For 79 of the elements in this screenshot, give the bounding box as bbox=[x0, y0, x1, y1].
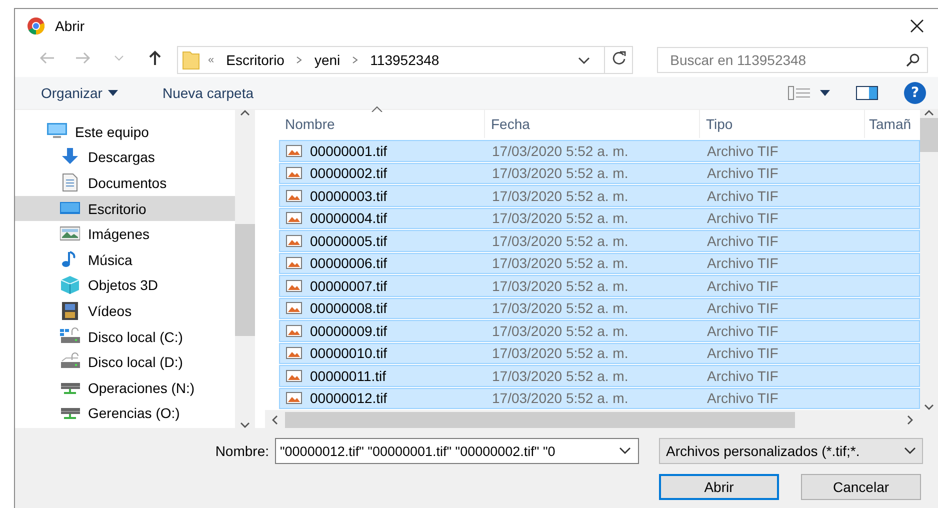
sidebar-item[interactable]: Disco local (C:) bbox=[15, 324, 235, 350]
overflow-indicator[interactable]: « bbox=[208, 54, 214, 66]
file-date: 17/03/2020 5:52 a. m. bbox=[491, 232, 630, 249]
file-name: 00000004.tif bbox=[310, 210, 388, 226]
sidebar-item[interactable]: Este equipo bbox=[15, 119, 235, 145]
file-row[interactable]: 00000005.tif 17/03/2020 5:52 a. m. Archivo TIF bbox=[279, 230, 920, 252]
help-button[interactable]: ? bbox=[904, 82, 926, 104]
file-type: Archivo TIF bbox=[706, 142, 780, 159]
file-row[interactable]: 00000004.tif 17/03/2020 5:52 a. m. Archivo TIF bbox=[279, 208, 920, 229]
file-type: Archivo TIF bbox=[706, 210, 780, 226]
file-row[interactable]: 00000007.tif 17/03/2020 5:52 a. m. Archivo TIF bbox=[279, 275, 920, 296]
file-date: 17/03/2020 5:52 a. m. bbox=[491, 322, 630, 339]
file-row[interactable]: 00000002.tif 17/03/2020 5:52 a. m. Archivo TIF bbox=[279, 162, 920, 184]
file-type: Archivo TIF bbox=[706, 165, 780, 182]
file-name: 00000001.tif bbox=[310, 142, 388, 159]
file-name: 00000005.tif bbox=[310, 232, 388, 249]
file-row[interactable]: 00000009.tif 17/03/2020 5:52 a. m. Archivo TIF bbox=[279, 320, 920, 342]
column-header[interactable]: Fecha bbox=[485, 110, 700, 138]
file-type: Archivo TIF bbox=[706, 345, 780, 362]
file-date: 17/03/2020 5:52 a. m. bbox=[491, 345, 630, 362]
sidebar-item[interactable]: Escritorio bbox=[15, 196, 235, 222]
file-name: 00000002.tif bbox=[310, 165, 388, 182]
file-type: Archivo TIF bbox=[706, 188, 780, 204]
file-name-field[interactable]: "00000012.tif" "00000001.tif" "00000002.tif" "0 bbox=[275, 438, 639, 464]
sidebar-item[interactable]: Gerencias (O:) bbox=[15, 400, 235, 426]
sidebar-item[interactable]: Vídeos bbox=[15, 298, 235, 324]
file-name: 00000012.tif bbox=[310, 390, 388, 406]
file-name: 00000006.tif bbox=[310, 255, 388, 272]
file-date: 17/03/2020 5:52 a. m. bbox=[491, 165, 630, 182]
file-row[interactable]: 00000008.tif 17/03/2020 5:52 a. m. Archivo TIF bbox=[279, 298, 920, 319]
file-row[interactable]: 00000010.tif 17/03/2020 5:52 a. m. Archivo TIF bbox=[279, 342, 920, 364]
file-row[interactable]: 00000003.tif 17/03/2020 5:52 a. m. Archivo TIF bbox=[279, 185, 920, 206]
sidebar-item[interactable]: Imágenes bbox=[15, 221, 235, 247]
file-type-dropdown[interactable]: Archivos personalizados (*.tif;*. bbox=[659, 438, 923, 464]
breadcrumb[interactable]: yeni bbox=[310, 52, 344, 68]
sidebar-item[interactable]: Objetos 3D bbox=[15, 272, 235, 298]
file-date: 17/03/2020 5:52 a. m. bbox=[491, 300, 630, 316]
breadcrumb[interactable]: 113952348 bbox=[366, 52, 444, 68]
sidebar-item[interactable]: Descargas bbox=[15, 144, 235, 170]
file-date: 17/03/2020 5:52 a. m. bbox=[491, 188, 630, 204]
file-name: 00000011.tif bbox=[310, 368, 386, 384]
organize-menu[interactable]: Organizar bbox=[39, 83, 120, 103]
sidebar-item[interactable]: Operaciones (N:) bbox=[15, 374, 235, 401]
file-name: 00000007.tif bbox=[310, 278, 388, 294]
file-type: Archivo TIF bbox=[706, 255, 780, 272]
file-row[interactable]: 00000011.tif 17/03/2020 5:52 a. m. Archivo TIF bbox=[279, 365, 920, 386]
search-field[interactable]: Buscar en 113952348 bbox=[657, 47, 928, 73]
open-button[interactable]: Abrir bbox=[659, 474, 779, 500]
file-date: 17/03/2020 5:52 a. m. bbox=[491, 368, 630, 384]
sidebar-item[interactable]: Disco local (D:) bbox=[15, 349, 235, 375]
file-row[interactable]: 00000012.tif 17/03/2020 5:52 a. m. Archivo TIF bbox=[279, 388, 920, 409]
sidebar-item[interactable]: Documentos bbox=[15, 170, 235, 196]
file-type: Archivo TIF bbox=[706, 390, 780, 406]
file-type: Archivo TIF bbox=[706, 368, 780, 384]
file-type: Archivo TIF bbox=[706, 232, 780, 249]
column-header[interactable]: Tipo bbox=[700, 110, 865, 138]
file-date: 17/03/2020 5:52 a. m. bbox=[491, 142, 630, 159]
file-type: Archivo TIF bbox=[706, 278, 780, 294]
file-date: 17/03/2020 5:52 a. m. bbox=[491, 278, 630, 294]
file-date: 17/03/2020 5:52 a. m. bbox=[491, 255, 630, 272]
column-header[interactable]: Nombre bbox=[279, 110, 485, 138]
file-name: 00000008.tif bbox=[310, 300, 388, 316]
new-folder-button[interactable]: Nueva carpeta bbox=[160, 83, 256, 103]
file-type: Archivo TIF bbox=[706, 322, 780, 339]
cancel-button[interactable]: Cancelar bbox=[801, 474, 921, 500]
column-header[interactable]: Tamañ bbox=[865, 110, 920, 138]
sidebar-item[interactable]: Música bbox=[15, 246, 235, 273]
breadcrumb[interactable]: Escritorio bbox=[222, 52, 288, 68]
file-row[interactable]: 00000006.tif 17/03/2020 5:52 a. m. Archivo TIF bbox=[279, 252, 920, 274]
address-bar[interactable]: « Escritorio yeni 113952348 bbox=[177, 46, 634, 74]
file-row[interactable]: 00000001.tif 17/03/2020 5:52 a. m. Archivo TIF bbox=[279, 140, 920, 162]
file-name: 00000010.tif bbox=[310, 345, 388, 362]
file-name: 00000009.tif bbox=[310, 322, 388, 339]
file-type: Archivo TIF bbox=[706, 300, 780, 316]
file-name: 00000003.tif bbox=[310, 188, 388, 204]
field-label: Nombre: bbox=[214, 443, 269, 459]
file-date: 17/03/2020 5:52 a. m. bbox=[491, 210, 630, 226]
window-title: Abrir bbox=[55, 18, 86, 34]
file-date: 17/03/2020 5:52 a. m. bbox=[491, 390, 630, 406]
